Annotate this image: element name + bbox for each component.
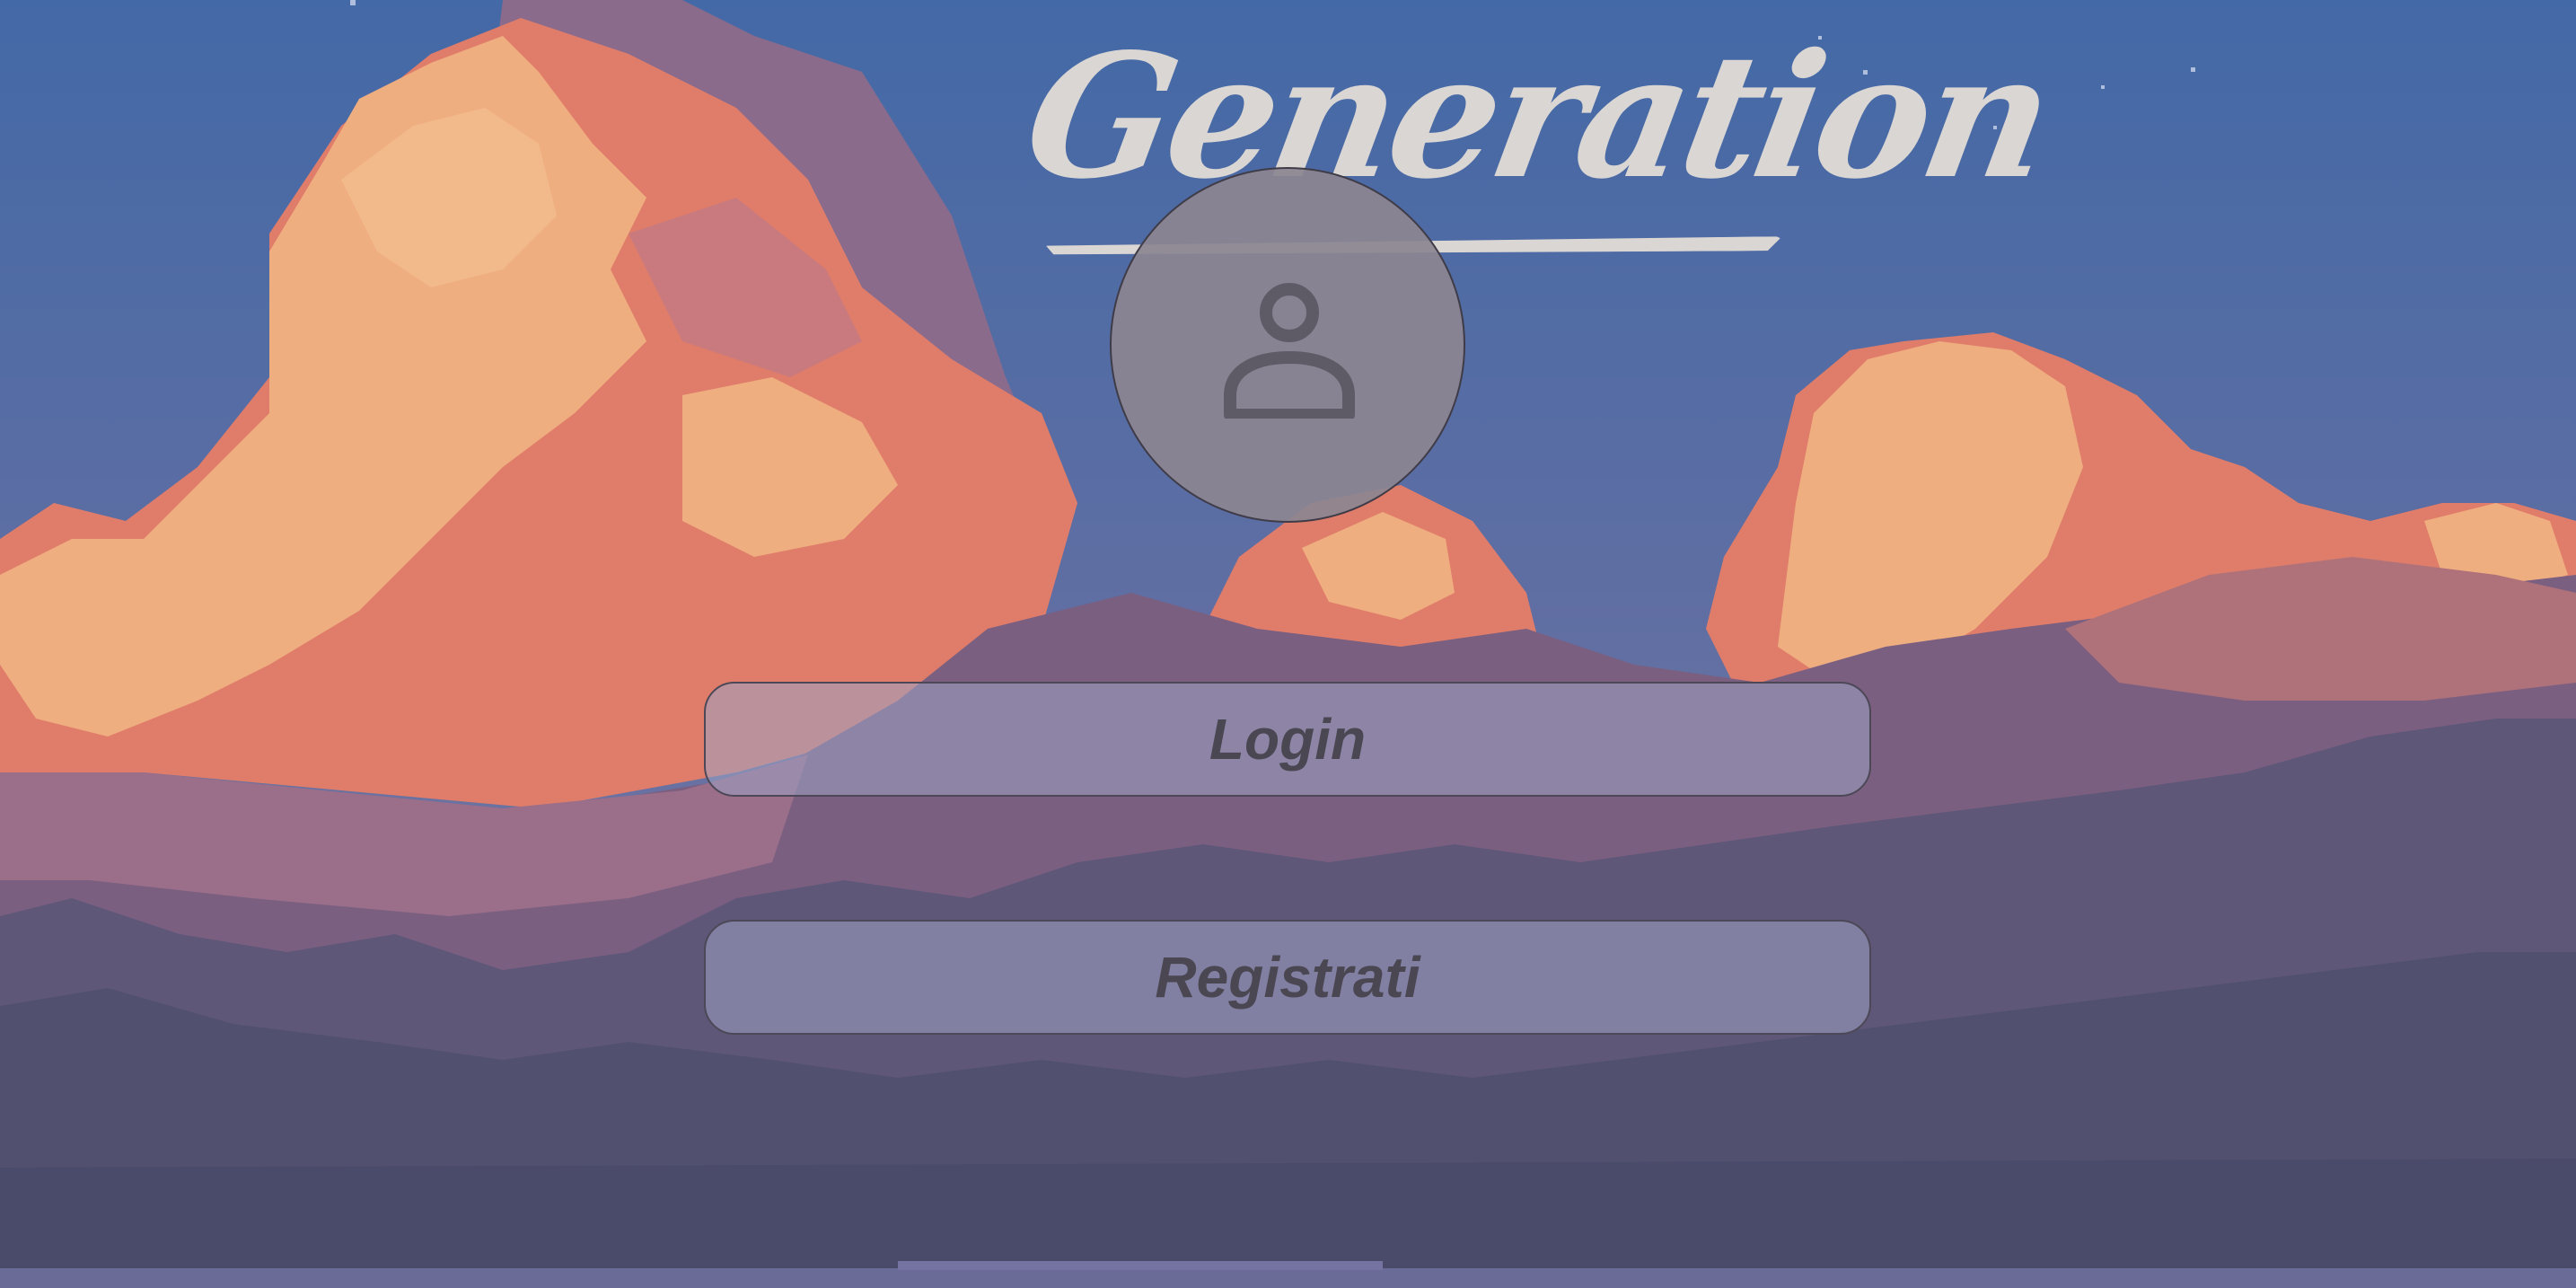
register-button[interactable]: Registrati [704,920,1871,1035]
login-button[interactable]: Login [704,682,1871,797]
user-icon [1224,283,1355,419]
avatar[interactable] [1110,167,1465,523]
register-button-label: Registrati [1155,945,1420,1010]
login-button-label: Login [1209,707,1367,772]
